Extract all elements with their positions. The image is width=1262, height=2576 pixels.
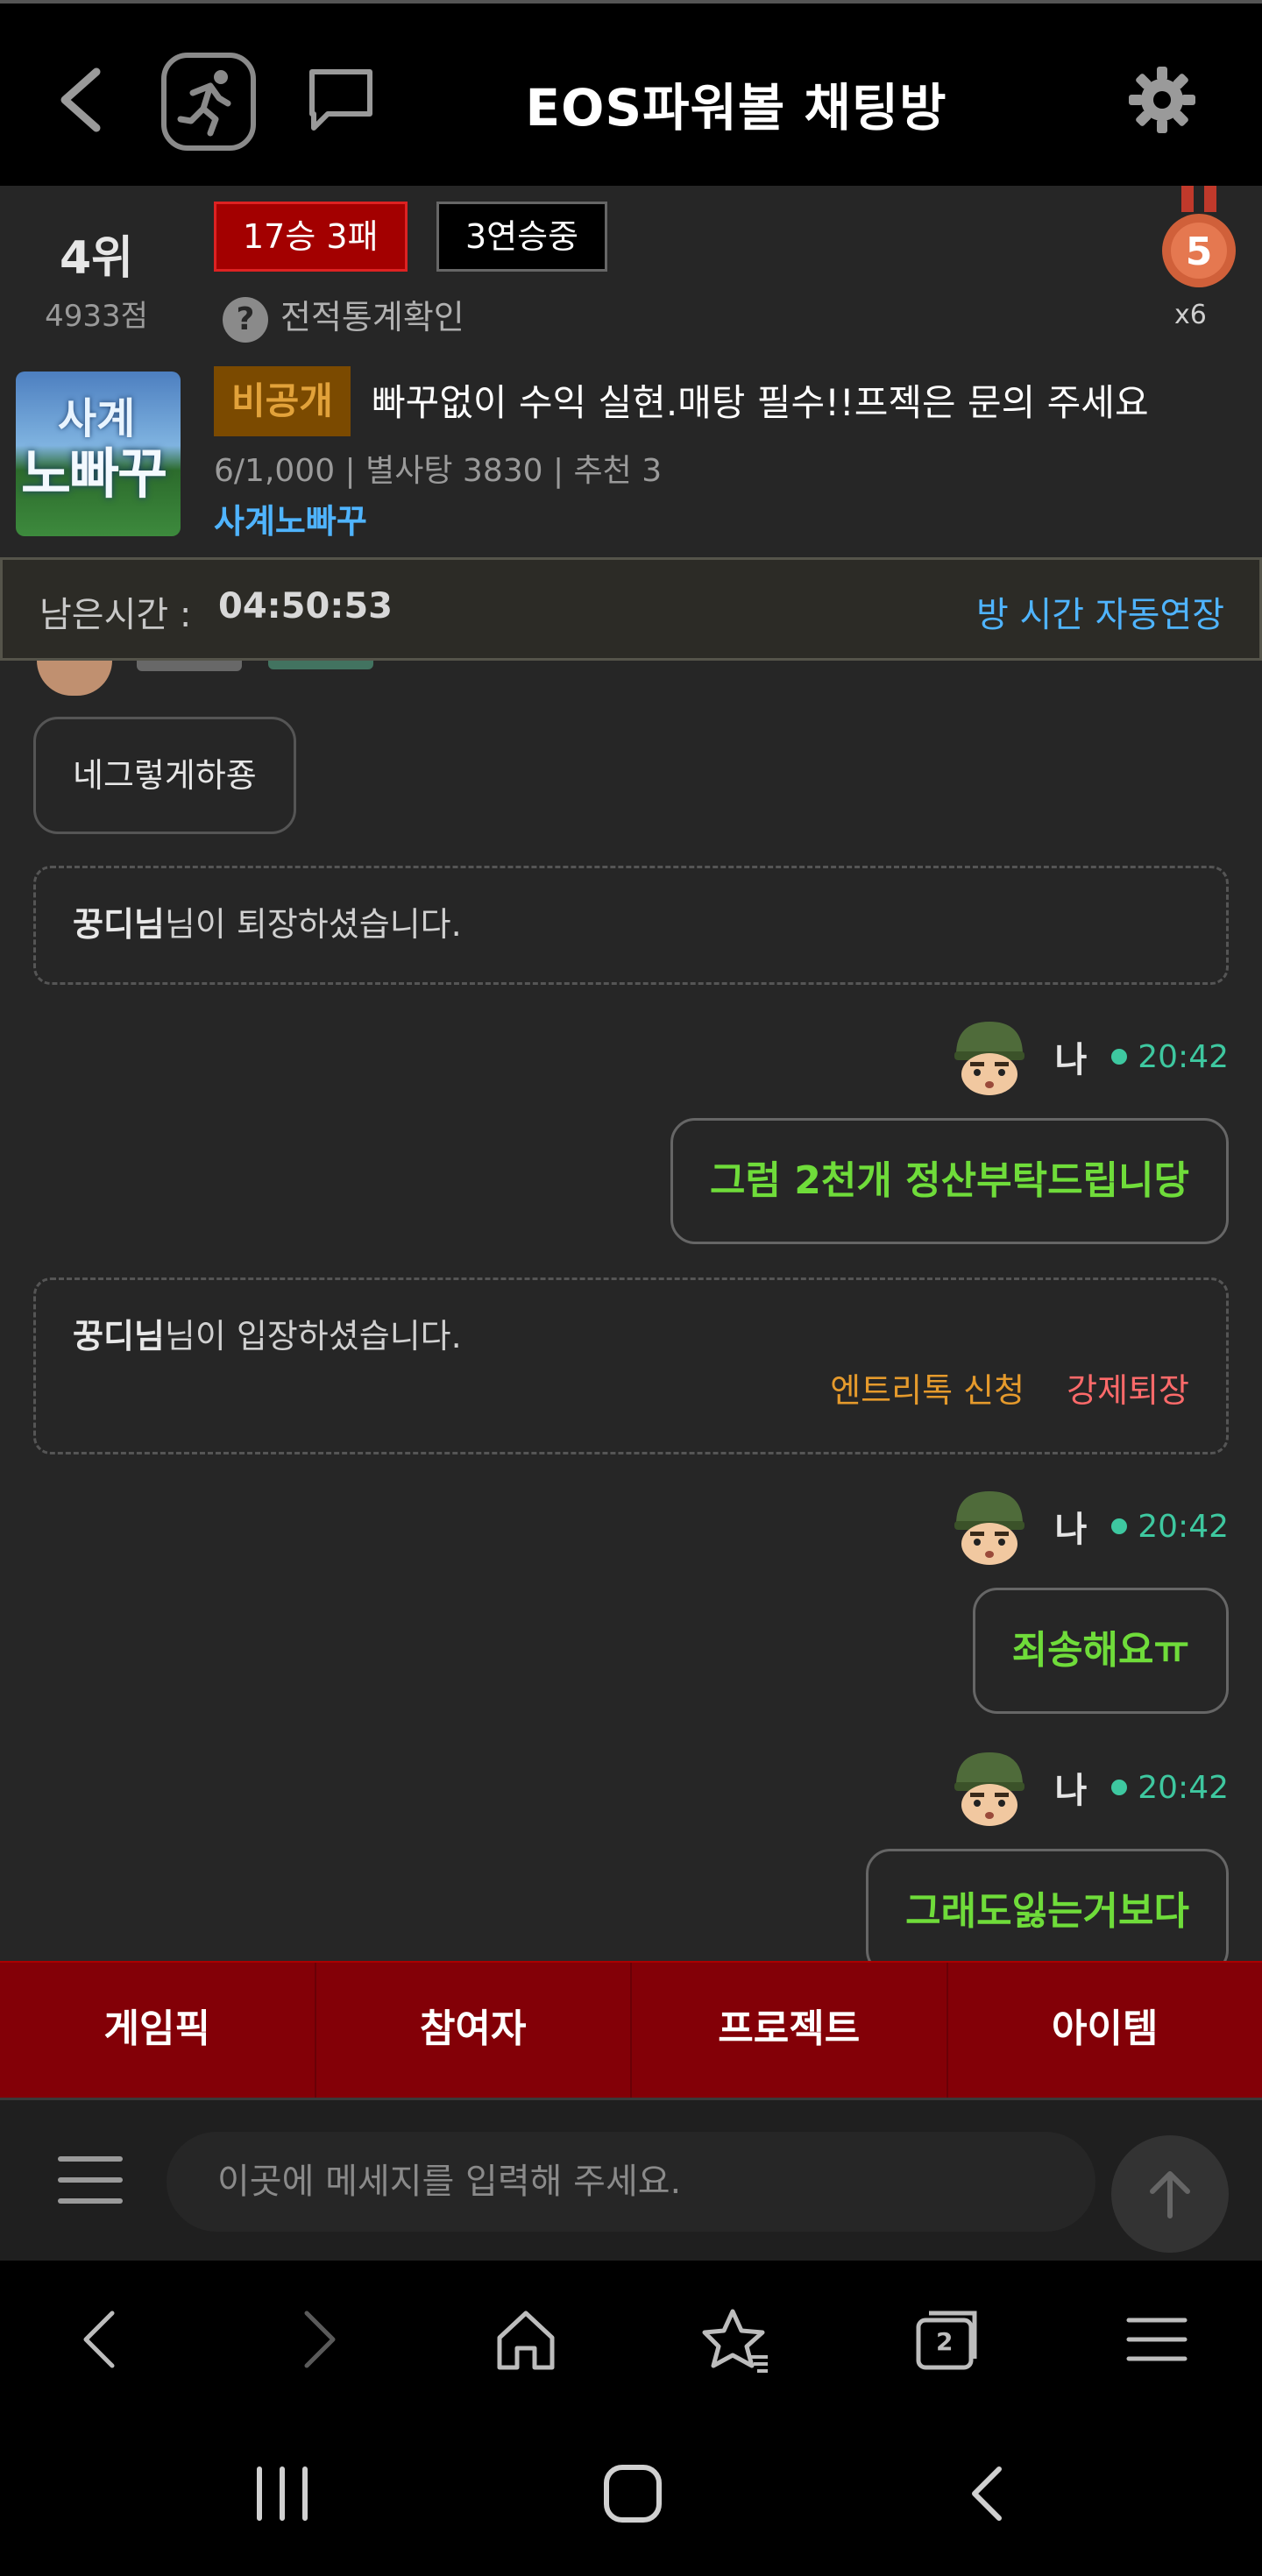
- message-bubble-mine: 그래도잃는거보다: [866, 1849, 1229, 1961]
- message-input-bar: [0, 2098, 1262, 2261]
- tab-game-pick[interactable]: 게임픽: [0, 1963, 316, 2098]
- entry-talk-request-link[interactable]: 엔트리톡 신청: [830, 1371, 1024, 1410]
- room-title: 빠꾸없이 수익 실현.매탕 필수!!프젝은 문의 주세요: [372, 381, 1149, 424]
- gear-icon[interactable]: [1129, 67, 1195, 133]
- system-message: 꿍디님님이 입장하셨습니다. 엔트리톡 신청 강제퇴장: [33, 1277, 1229, 1454]
- force-kick-link[interactable]: 강제퇴장: [1067, 1371, 1189, 1410]
- system-navigation-bar: [0, 2418, 1262, 2576]
- auto-extend-link[interactable]: 방 시간 자동연장: [976, 586, 1224, 637]
- tab-project[interactable]: 프로젝트: [632, 1963, 948, 2098]
- message-bubble-mine: 죄송해요ㅠ: [972, 1588, 1229, 1714]
- stats-link[interactable]: ? 전적통계확인: [223, 291, 464, 343]
- room-owner-link[interactable]: 사계노빠꾸: [214, 494, 367, 542]
- question-icon: ?: [223, 296, 268, 343]
- message-time: 20:42: [1138, 1038, 1229, 1075]
- room-info-panel: 4위 4933점 17승 3패 3연승중 ? 전적통계확인 5 x6 사계 노빠꾸…: [0, 186, 1262, 557]
- send-button[interactable]: [1111, 2135, 1229, 2253]
- arrow-up-icon: [1150, 2171, 1190, 2219]
- system-text: 님이 입장하셨습니다.: [164, 1317, 462, 1355]
- rank-position: 4위: [59, 232, 134, 285]
- sender-name: 나: [1054, 1040, 1088, 1080]
- my-message-meta: 나 20:42: [949, 1747, 1229, 1828]
- system-text: 님이 퇴장하셨습니다.: [164, 905, 462, 944]
- message-input[interactable]: [167, 2132, 1095, 2232]
- sender-name: 나: [1054, 1771, 1088, 1811]
- message-time: 20:42: [1138, 1508, 1229, 1545]
- bottom-tab-bar: 게임픽 참여자 프로젝트 아이템: [0, 1961, 1262, 2098]
- bookmark-star-icon[interactable]: [699, 2303, 773, 2376]
- avatar: [37, 661, 112, 696]
- thumbnail-text-2: 노빠꾸: [21, 442, 167, 506]
- my-message-meta: 나 20:42: [949, 1486, 1229, 1567]
- home-icon[interactable]: [489, 2303, 563, 2376]
- back-arrow-icon[interactable]: [53, 65, 114, 135]
- remaining-time-label: 남은시간 :: [39, 595, 192, 635]
- browser-menu-icon[interactable]: [1120, 2303, 1194, 2376]
- message-time: [268, 661, 373, 669]
- running-man-icon: [177, 70, 231, 137]
- running-man-button[interactable]: [161, 53, 256, 151]
- record-badge: 17승 3패: [214, 202, 408, 272]
- system-home-icon[interactable]: [598, 2459, 668, 2529]
- page-title: EOS파워볼 채팅방: [525, 78, 947, 138]
- system-user: 꿍디님: [73, 1317, 165, 1355]
- soldier-avatar-icon: [954, 1491, 1025, 1565]
- chat-message-list[interactable]: 네그렇게하죵 꿍디님님이 퇴장하셨습니다. 나 20:42 그럼 2천개 정산부…: [0, 661, 1262, 1961]
- remaining-time-value: 04:50:53: [218, 586, 393, 626]
- private-badge: 비공개: [214, 366, 351, 436]
- online-dot-icon: [1111, 1518, 1128, 1534]
- message-bubble-mine: 그럼 2천개 정산부탁드립니당: [670, 1118, 1229, 1244]
- browser-back-icon[interactable]: [67, 2303, 140, 2376]
- soldier-avatar-icon: [954, 1022, 1025, 1095]
- message-time: 20:42: [1138, 1769, 1229, 1806]
- system-message: 꿍디님님이 퇴장하셨습니다.: [33, 866, 1229, 985]
- medal-icon: 5: [1162, 186, 1236, 287]
- message-bubble-other: 네그렇게하죵: [33, 717, 296, 834]
- sender-name: 나: [1054, 1510, 1088, 1550]
- online-dot-icon: [1111, 1780, 1128, 1795]
- tab-participants[interactable]: 참여자: [316, 1963, 632, 2098]
- online-dot-icon: [1111, 1049, 1128, 1065]
- chat-bubble-icon[interactable]: [305, 65, 377, 135]
- stats-link-label: 전적통계확인: [280, 298, 464, 336]
- room-thumbnail: 사계 노빠꾸: [16, 372, 181, 536]
- recent-apps-icon[interactable]: [247, 2459, 317, 2529]
- tab-count: 2: [936, 2327, 954, 2356]
- app-header: EOS파워볼 채팅방: [0, 0, 1262, 186]
- browser-toolbar: 2: [0, 2261, 1262, 2418]
- medal-count: x6: [1174, 300, 1207, 330]
- system-user: 꿍디님: [73, 905, 165, 944]
- medal-level: 5: [1186, 230, 1213, 274]
- rank-points: 4933점: [45, 299, 148, 334]
- browser-forward-icon[interactable]: [279, 2303, 352, 2376]
- tabs-button[interactable]: 2: [910, 2303, 983, 2376]
- room-meta: 6/1,000 | 별사탕 3830 | 추천 3: [214, 453, 663, 489]
- soldier-avatar-icon: [954, 1752, 1025, 1826]
- my-message-meta: 나 20:42: [949, 1016, 1229, 1097]
- tab-items[interactable]: 아이템: [948, 1963, 1262, 2098]
- remaining-time-bar: 남은시간 : 04:50:53 방 시간 자동연장: [0, 557, 1262, 661]
- system-back-icon[interactable]: [954, 2459, 1024, 2529]
- rank-block: 4위 4933점: [18, 221, 175, 335]
- hamburger-menu-icon[interactable]: [58, 2156, 123, 2205]
- sender-name: [137, 661, 242, 671]
- streak-badge: 3연승중: [436, 202, 608, 272]
